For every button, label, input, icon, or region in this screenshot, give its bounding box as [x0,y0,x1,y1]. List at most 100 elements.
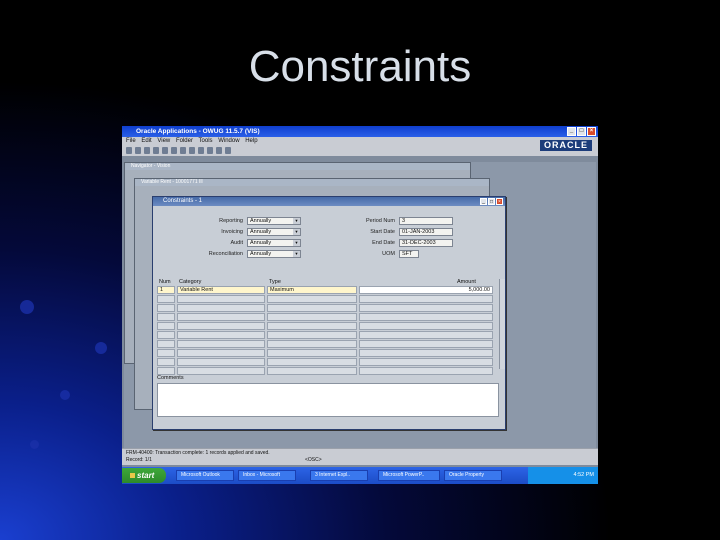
maximize-icon[interactable]: □ [577,127,586,136]
table-row[interactable] [157,358,499,367]
grid-cell-category[interactable]: Variable Rent [177,286,265,294]
grid-cell-category[interactable] [177,322,265,330]
table-row[interactable] [157,295,499,304]
decor-dot [20,300,34,314]
grid-cell-num[interactable] [157,331,175,339]
grid-cell-type[interactable]: Maximum [267,286,357,294]
close-icon[interactable]: × [587,127,596,136]
table-row[interactable] [157,349,499,358]
grid-cell-num[interactable] [157,358,175,366]
grid-cell-type[interactable] [267,331,357,339]
grid-cell-num[interactable] [157,349,175,357]
task-internet-explorer[interactable]: 3 Internet Expl.. [310,470,368,481]
grid-scrollbar[interactable] [499,279,505,369]
record-bar: Record: 1/1 <OSC> [122,456,598,465]
reporting-label: Reporting [219,218,243,224]
menu-folder[interactable]: Folder [176,138,193,144]
constraints-window[interactable]: Constraints - 1 _ □ × Reporting Annually… [152,196,506,430]
task-oracle-property[interactable]: Oracle Property [444,470,502,481]
close-icon[interactable]: × [496,198,503,205]
task-powerpoint[interactable]: Microsoft PowerP.. [378,470,440,481]
grid-cell-amount[interactable] [359,304,493,312]
attachments-icon[interactable] [216,147,222,154]
grid-cell-amount[interactable] [359,331,493,339]
constraints-title: Constraints - 1 [163,198,203,204]
table-row[interactable] [157,331,499,340]
table-row[interactable] [157,313,499,322]
delete-record-icon[interactable] [207,147,213,154]
grid-cell-num[interactable] [157,322,175,330]
decor-dot [30,440,39,449]
grid-cell-num[interactable] [157,340,175,348]
grid-cell-amount[interactable] [359,313,493,321]
grid-cell-amount[interactable] [359,358,493,366]
minimize-icon[interactable]: _ [480,198,487,205]
grid-cell-num[interactable] [157,313,175,321]
grid-cell-type[interactable] [267,367,357,375]
minimize-icon[interactable]: _ [567,127,576,136]
grid-cell-category[interactable] [177,349,265,357]
menu-view[interactable]: View [157,138,170,144]
copy-icon[interactable] [180,147,186,154]
new-record-icon[interactable] [198,147,204,154]
grid-cell-amount[interactable] [359,367,493,375]
grid-cell-amount[interactable] [359,295,493,303]
grid-cell-amount[interactable] [359,322,493,330]
record-indicator: Record: 1/1 [126,457,152,463]
period-num-field[interactable]: 3 [399,217,453,225]
grid-cell-type[interactable] [267,295,357,303]
table-row[interactable] [157,367,499,376]
menu-window[interactable]: Window [218,138,239,144]
menu-tools[interactable]: Tools [199,138,213,144]
end-date-field[interactable]: 31-DEC-2003 [399,239,453,247]
grid-cell-type[interactable] [267,349,357,357]
task-outlook[interactable]: Microsoft Outlook [176,470,234,481]
grid-cell-type[interactable] [267,322,357,330]
table-row[interactable] [157,322,499,331]
grid-cell-category[interactable] [177,295,265,303]
print-icon[interactable] [153,147,159,154]
reconciliation-select[interactable]: Annually ▼ [247,250,301,258]
save-icon[interactable] [144,147,150,154]
grid-cell-amount[interactable] [359,349,493,357]
start-date-field[interactable]: 01-JAN-2003 [399,228,453,236]
open-icon[interactable] [135,147,141,154]
menu-file[interactable]: File [126,138,136,144]
grid-cell-category[interactable] [177,331,265,339]
help-icon[interactable] [225,147,231,154]
invoicing-select[interactable]: Annually ▼ [247,228,301,236]
comments-field[interactable] [157,383,499,417]
table-row[interactable] [157,304,499,313]
grid-cell-num[interactable]: 1 [157,286,175,294]
maximize-icon[interactable]: □ [488,198,495,205]
audit-select[interactable]: Annually ▼ [247,239,301,247]
grid-cell-num[interactable] [157,367,175,375]
grid-cell-type[interactable] [267,340,357,348]
cut-icon[interactable] [171,147,177,154]
grid-cell-type[interactable] [267,358,357,366]
header-type: Type [269,279,281,285]
grid-cell-type[interactable] [267,313,357,321]
grid-cell-num[interactable] [157,295,175,303]
grid-cell-num[interactable] [157,304,175,312]
menu-edit[interactable]: Edit [141,138,151,144]
reporting-select[interactable]: Annually ▼ [247,217,301,225]
menu-help[interactable]: Help [245,138,257,144]
grid-cell-category[interactable] [177,367,265,375]
grid-cell-amount[interactable]: 5,000.00 [359,286,493,294]
grid-cell-category[interactable] [177,358,265,366]
grid-cell-category[interactable] [177,304,265,312]
grid-cell-category[interactable] [177,340,265,348]
grid-cell-amount[interactable] [359,340,493,348]
grid-cell-category[interactable] [177,313,265,321]
paste-icon[interactable] [189,147,195,154]
table-row[interactable]: 1 Variable Rent Maximum 5,000.00 [157,286,499,295]
uom-field[interactable]: SFT [399,250,419,258]
start-button[interactable]: start [122,468,166,483]
find-icon[interactable] [162,147,168,154]
new-icon[interactable] [126,147,132,154]
task-inbox[interactable]: Inbox - Microsoft [238,470,296,481]
grid-cell-type[interactable] [267,304,357,312]
constraints-title-bar: Constraints - 1 _ □ × [153,197,505,206]
table-row[interactable] [157,340,499,349]
